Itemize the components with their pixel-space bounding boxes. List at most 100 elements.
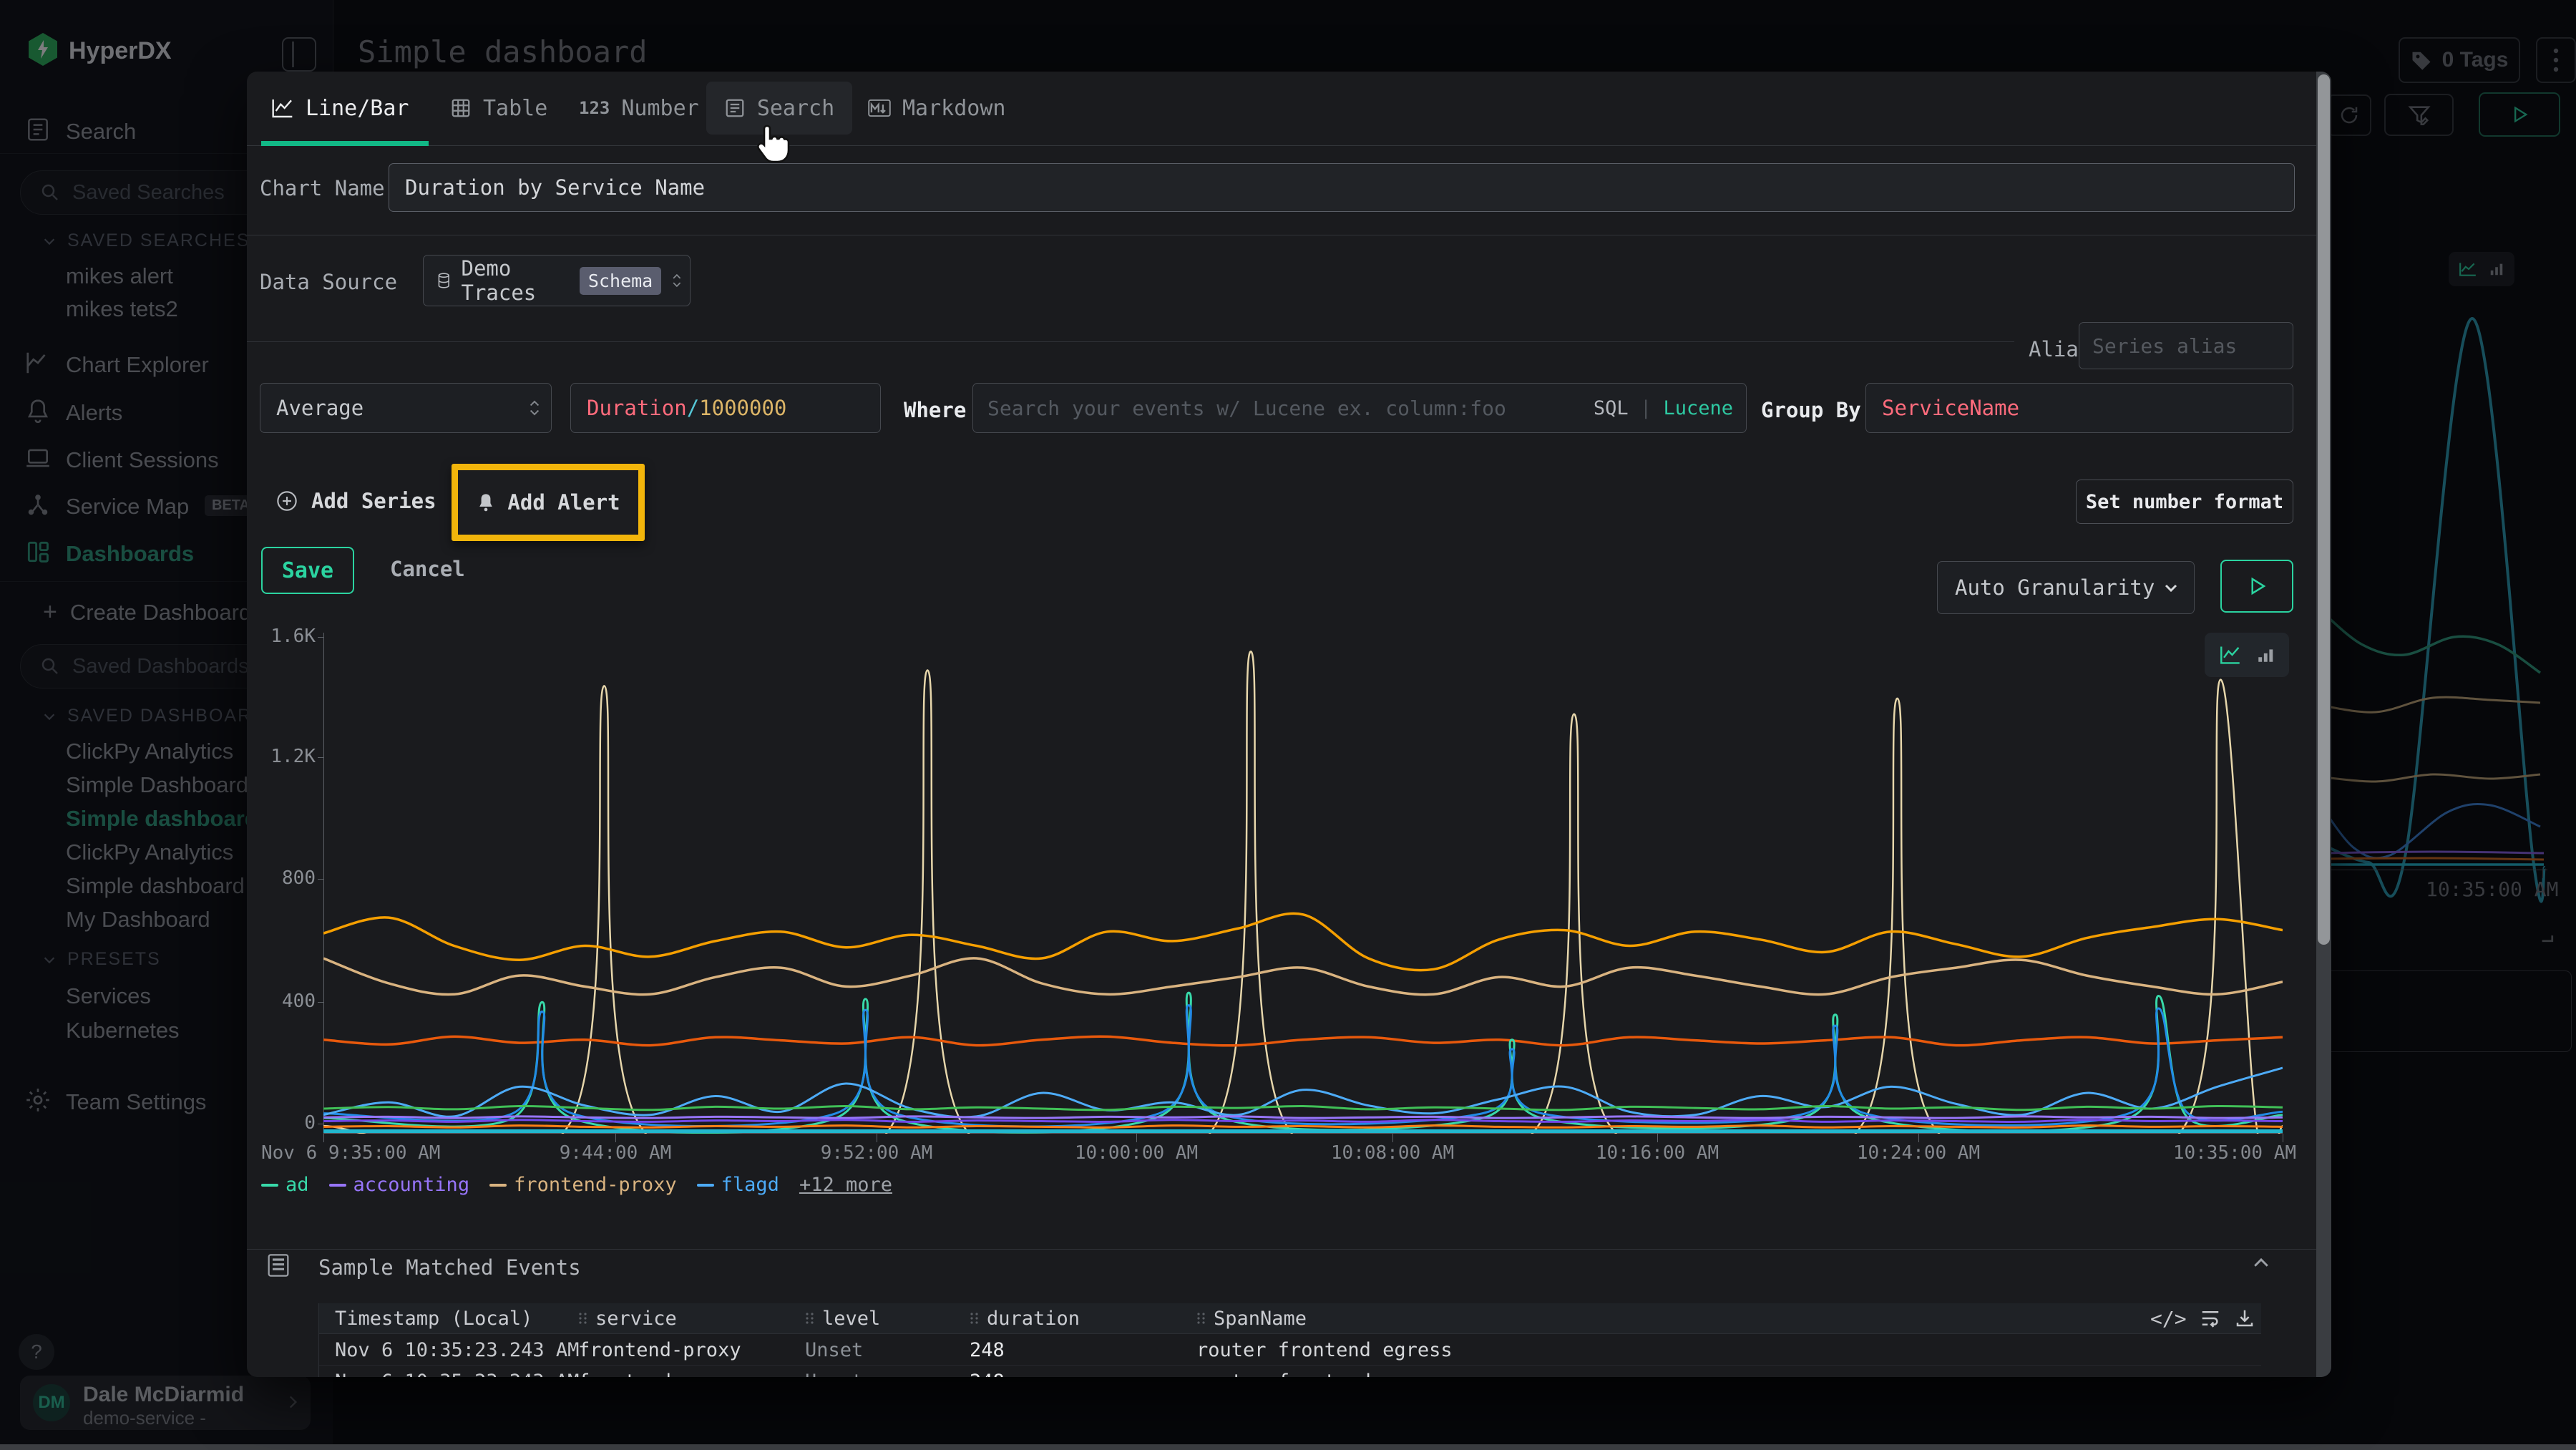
series-other-spikes [323,651,2283,1134]
series-other-green [323,1106,2283,1109]
granularity-select[interactable]: Auto Granularity [1937,561,2195,614]
legend-label: flagd [721,1174,779,1196]
tab-line-bar[interactable]: Line/Bar [263,82,418,135]
legend-item-flagd[interactable]: flagd [697,1174,779,1196]
add-alert-button-highlighted[interactable]: Add Alert [452,464,645,541]
run-chart-button[interactable] [2220,560,2293,613]
cancel-button[interactable]: Cancel [390,557,465,581]
sql-toggle[interactable]: SQL [1594,397,1629,419]
duration-chart[interactable] [323,633,2283,1134]
expr-token: / [687,396,699,420]
column-header-SpanName[interactable]: SpanName [1196,1303,1307,1333]
x-axis-tick-label: 10:35:00 AM [2173,1142,2296,1164]
plus-circle-icon [275,490,298,512]
edit-chart-modal: Line/Bar Table 123 Number Search Markdow… [247,72,2331,1377]
tab-number[interactable]: 123 Number [570,82,708,135]
code-icon[interactable]: </> [2150,1307,2187,1330]
set-number-format-button[interactable]: Set number format [2076,480,2293,524]
column-label: service [595,1308,677,1330]
field-expression-input[interactable]: Duration/1000000 [570,383,881,433]
series-other-violet [323,1120,2283,1122]
sample-events-title: Sample Matched Events [318,1255,581,1280]
where-label: Where [904,398,966,422]
where-placeholder: Search your events w/ Lucene ex. column:… [987,396,1506,420]
lucene-toggle[interactable]: Lucene [1663,397,1733,419]
table-row[interactable]: ›Nov 6 10:35:23.243 AMfrontend-proxyUnse… [318,1333,2261,1366]
modal-scrollbar-thumb[interactable] [2318,74,2330,945]
events-list-icon [267,1252,290,1278]
drag-handle-icon[interactable] [1196,1311,1206,1325]
drag-handle-icon[interactable] [578,1311,588,1325]
query-language-toggle[interactable]: SQL | Lucene [1594,397,1733,419]
markdown-icon [868,98,891,118]
data-source-label: Data Source [260,270,397,294]
y-axis-tick-label: 800 [247,867,316,889]
legend-item-accounting[interactable]: accounting [329,1174,470,1196]
chart-name-label: Chart Name [260,176,385,200]
aggregation-select[interactable]: Average [260,383,552,433]
legend-label: ad [286,1174,309,1196]
column-label: duration [987,1308,1080,1330]
events-toolbar: </> [2150,1305,2255,1331]
y-axis-tick-label: 1.2K [247,746,316,767]
legend-label: frontend-proxy [514,1174,677,1196]
legend-more-link[interactable]: +12 more [799,1174,892,1196]
group-by-input[interactable]: ServiceName [1865,383,2293,433]
spanname-cell: router frontend egress [1196,1371,1453,1377]
chart-name-input[interactable]: Duration by Service Name [389,163,2295,212]
y-axis-tick-label: 1.6K [247,626,316,647]
table-row[interactable]: ›Nov 6 10:35:23.243 AMfrontend-proxyUnse… [318,1365,2261,1377]
drag-handle-icon[interactable] [970,1311,980,1325]
column-header-level[interactable]: level [805,1303,880,1333]
schema-badge: Schema [580,267,661,295]
y-axis-tick-label: 0 [247,1112,316,1134]
expr-token: Duration [587,396,687,420]
expr-token: 1000000 [699,396,786,420]
wrap-text-icon[interactable] [2200,1308,2221,1329]
duration-cell: 248 [970,1371,1005,1377]
x-axis-tick [1136,1134,1137,1142]
series-accounting [323,1116,2283,1118]
x-axis-tick [323,1134,324,1142]
collapse-chevron-icon[interactable] [2250,1252,2272,1274]
drag-handle-icon[interactable] [805,1311,815,1325]
column-header-duration[interactable]: duration [970,1303,1080,1333]
table-left-border [318,1303,319,1377]
data-source-select[interactable]: Demo Traces Schema [423,255,691,306]
table-icon [450,97,472,119]
column-header-service[interactable]: service [578,1303,677,1333]
bell-icon [476,492,496,512]
x-axis-tick-label: Nov 6 9:35:00 AM [261,1142,440,1164]
timestamp-cell: Nov 6 10:35:23.243 AM [335,1371,579,1377]
duration-cell: 248 [970,1339,1005,1361]
x-axis-tick-label: 10:00:00 AM [1075,1142,1198,1164]
tab-table[interactable]: Table [441,82,556,135]
x-axis-tick [1392,1134,1393,1142]
column-header-Timestamp (Local)[interactable]: Timestamp (Local) [335,1303,532,1333]
x-axis-tick [1918,1134,1919,1142]
sample-events-table: Timestamp (Local) service level duration Spa… [318,1303,2261,1377]
play-icon [2246,575,2268,597]
x-axis-tick-label: 10:08:00 AM [1331,1142,1454,1164]
legend-item-frontend-proxy[interactable]: frontend-proxy [489,1174,677,1196]
tab-markdown[interactable]: Markdown [859,82,1015,135]
y-axis-tick [318,757,323,758]
x-axis-tick-label: 10:24:00 AM [1857,1142,1980,1164]
x-axis-tick [615,1134,616,1142]
mouse-cursor [753,123,790,166]
download-icon[interactable] [2234,1308,2255,1329]
legend-swatch [489,1184,507,1187]
legend-swatch [329,1184,346,1187]
x-axis-tick-label: 9:44:00 AM [560,1142,672,1164]
legend-swatch [261,1184,278,1187]
y-axis-tick [318,637,323,638]
x-axis-tick-label: 10:16:00 AM [1596,1142,1719,1164]
number-123-icon: 123 [579,98,610,118]
add-series-button[interactable]: Add Series [275,478,436,524]
y-axis-tick [318,1002,323,1003]
column-label: level [822,1308,880,1330]
where-search-input[interactable]: Search your events w/ Lucene ex. column:… [972,383,1747,433]
series-alias-input[interactable]: Series alias [2079,322,2293,369]
save-button[interactable]: Save [261,547,354,594]
legend-item-ad[interactable]: ad [261,1174,309,1196]
